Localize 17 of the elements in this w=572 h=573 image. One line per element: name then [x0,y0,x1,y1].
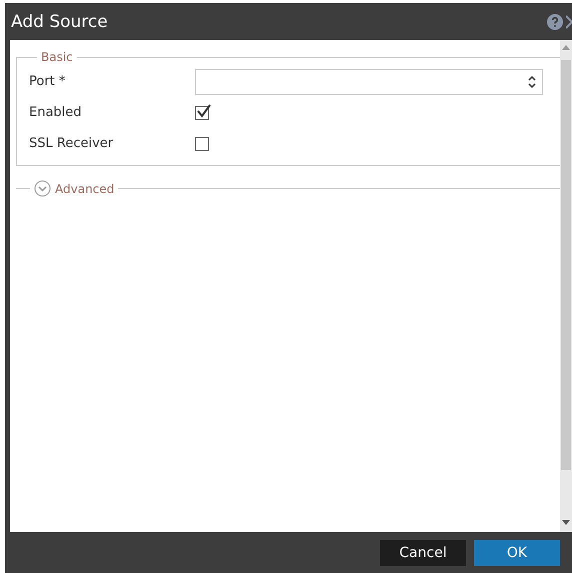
checkbox[interactable] [195,106,209,120]
field-label: Enabled [29,105,83,120]
expand-chevron-icon[interactable] [34,180,51,197]
help-icon[interactable] [547,14,563,30]
advanced-toggle[interactable]: Advanced [55,182,114,196]
field-label: Port * [29,74,66,89]
scrollbar-thumb[interactable] [561,60,571,470]
group-legend: Basic [37,50,77,64]
spinner-icon [528,74,536,88]
cancel-button[interactable]: Cancel [380,540,466,566]
scroll-down-icon[interactable] [562,520,570,526]
scroll-up-icon[interactable] [562,44,570,50]
field-label: SSL Receiver [29,136,114,151]
close-icon[interactable] [566,14,572,28]
ok-button[interactable]: OK [474,540,560,566]
window-title: Add Source [11,12,109,32]
checkbox[interactable] [195,136,209,150]
